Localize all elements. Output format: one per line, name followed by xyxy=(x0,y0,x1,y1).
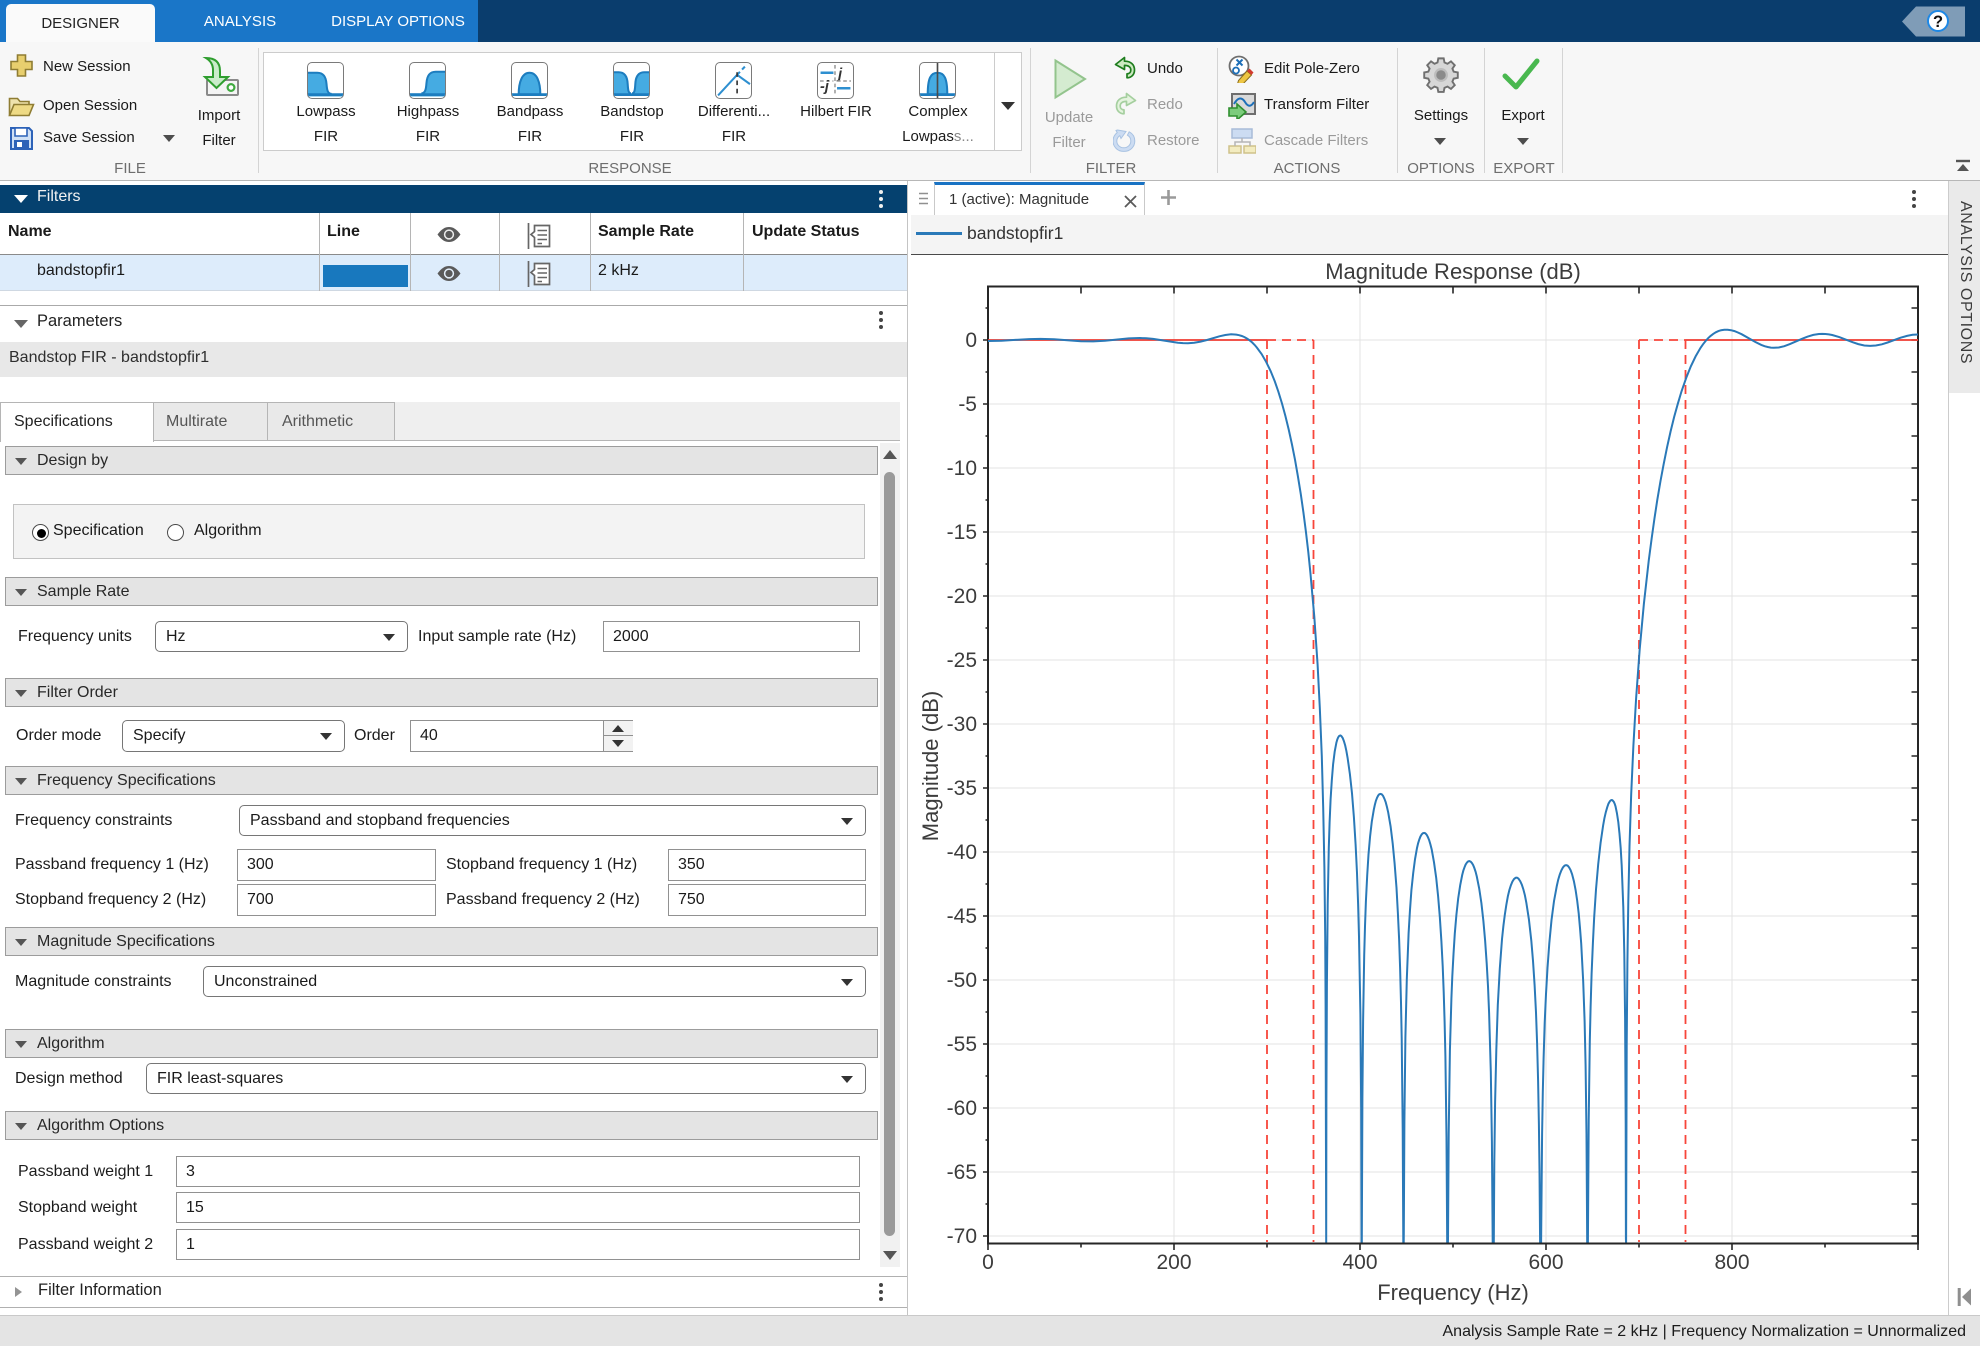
svg-text:-40: -40 xyxy=(947,841,977,864)
svg-text:600: 600 xyxy=(1528,1251,1563,1274)
svg-text:-25: -25 xyxy=(947,649,977,672)
svg-text:-20: -20 xyxy=(947,585,977,608)
svg-text:800: 800 xyxy=(1714,1251,1749,1274)
svg-text:-15: -15 xyxy=(947,521,977,544)
svg-text:Magnitude Response (dB): Magnitude Response (dB) xyxy=(1325,259,1581,284)
svg-text:-65: -65 xyxy=(947,1161,977,1184)
svg-text:?: ? xyxy=(1933,13,1943,31)
svg-text:-60: -60 xyxy=(947,1097,977,1120)
svg-text:-35: -35 xyxy=(947,777,977,800)
svg-text:0: 0 xyxy=(982,1251,994,1274)
svg-text:-30: -30 xyxy=(947,713,977,736)
svg-text:Magnitude (dB): Magnitude (dB) xyxy=(918,691,943,841)
svg-text:0: 0 xyxy=(965,329,977,352)
svg-text:400: 400 xyxy=(1342,1251,1377,1274)
svg-text:-55: -55 xyxy=(947,1033,977,1056)
svg-text:-10: -10 xyxy=(947,457,977,480)
svg-text:-70: -70 xyxy=(947,1225,977,1248)
svg-text:j: j xyxy=(836,66,843,82)
svg-text:-j: -j xyxy=(820,79,830,95)
svg-text:-5: -5 xyxy=(958,393,977,416)
svg-text:-50: -50 xyxy=(947,969,977,992)
svg-text:200: 200 xyxy=(1156,1251,1191,1274)
svg-text:-45: -45 xyxy=(947,905,977,928)
svg-text:Frequency (Hz): Frequency (Hz) xyxy=(1377,1280,1529,1305)
